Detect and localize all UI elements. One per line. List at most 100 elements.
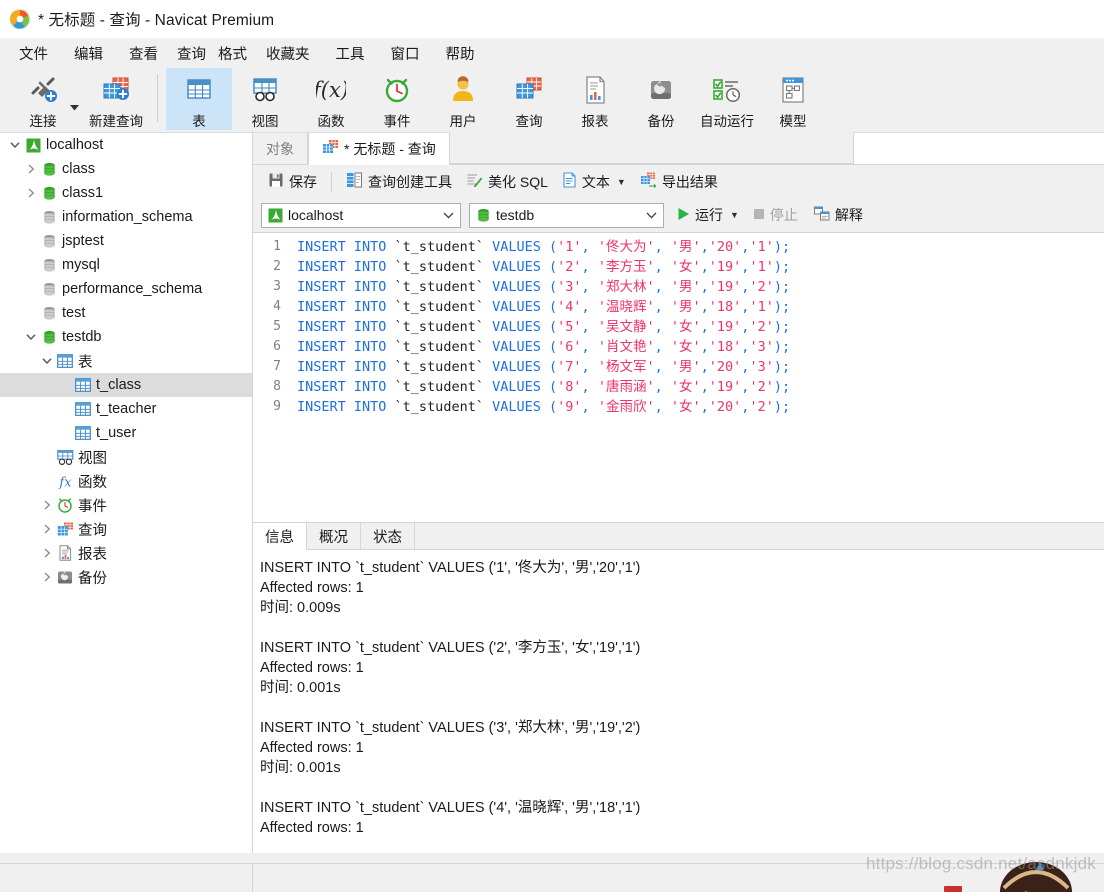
sidebar-item-test[interactable]: test [0,301,252,325]
chevron-down-icon[interactable] [440,212,456,219]
toolbar-button-model[interactable]: 模型 [760,68,826,130]
run-button[interactable]: 运行 ▼ [673,203,743,227]
chevron-down-icon[interactable] [643,212,659,219]
save-button[interactable]: 保存 [261,169,324,195]
sidebar-item-testdb[interactable]: testdb [0,325,252,349]
sidebar-item-localhost[interactable]: localhost [0,133,252,157]
chevron-right-icon[interactable] [23,185,39,201]
sidebar-item-[interactable]: 事件 [0,493,252,517]
result-time-line: 时间: 0.009s [260,600,341,616]
query-builder-button[interactable]: 查询创建工具 [339,169,459,195]
database-select[interactable]: testdb [469,202,664,228]
sidebar-item-performance_schema[interactable]: performance_schema [0,277,252,301]
line-number: 5 [273,319,281,334]
play-triangle-icon [677,207,690,224]
sidebar-item-t_user[interactable]: t_user [0,421,252,445]
menu-item-tools[interactable]: 工具 [323,39,378,68]
menu-item-file[interactable]: 文件 [6,39,61,68]
chevron-right-icon[interactable] [39,497,55,513]
run-caret-icon[interactable]: ▼ [730,210,739,220]
table-icon [73,402,93,416]
toolbar-button-report[interactable]: 报表 [562,68,628,130]
menu-item-edit[interactable]: 编辑 [61,39,116,68]
explain-icon [813,206,830,224]
save-label: 保存 [289,173,317,190]
beautify-sql-button[interactable]: 美化 SQL [459,169,555,195]
status-bar-left [0,864,253,892]
result-affected-rows-line: Affected rows: 1 [260,740,364,756]
sidebar-item-label: testdb [62,329,102,345]
text-mode-caret-icon[interactable]: ▼ [617,177,626,187]
sidebar-item-[interactable]: 备份 [0,565,252,589]
chevron-down-icon[interactable] [23,329,39,345]
toolbar-button-view[interactable]: 视图 [232,68,298,130]
database-green-icon [39,186,59,201]
database-value: testdb [496,207,535,223]
chevron-down-icon[interactable] [39,353,55,369]
result-message-log[interactable]: INSERT INTO `t_student` VALUES ('1', '佟大… [253,550,1104,853]
toolbar-button-automation[interactable]: 自动运行 [694,68,760,130]
sql-line: INSERT INTO `t_student` VALUES ('6', '肖文… [297,339,791,355]
toolbar-button-function[interactable]: f(x) 函数 [298,68,364,130]
sidebar-item-t_class[interactable]: t_class [0,373,252,397]
sidebar-item-label: information_schema [62,209,193,225]
chevron-right-icon[interactable] [39,521,55,537]
explain-button[interactable]: 解释 [810,203,867,227]
text-mode-button[interactable]: 文本 ▼ [555,169,633,195]
navigation-sidebar[interactable]: localhost class class1 information_schemajs… [0,133,253,853]
connection-plug-icon [27,74,59,106]
sidebar-item-[interactable]: 查询 [0,517,252,541]
result-block-gap [260,778,1104,798]
toolbar-button-table[interactable]: 表 [166,68,232,130]
menu-item-format[interactable]: 格式 [212,39,253,68]
toolbar-button-user[interactable]: 用户 [430,68,496,130]
sidebar-item-class[interactable]: class [0,157,252,181]
sidebar-item-jsptest[interactable]: jsptest [0,229,252,253]
toolbar-button-backup[interactable]: 备份 [628,68,694,130]
chevron-right-icon[interactable] [39,545,55,561]
sidebar-item-[interactable]: fx 函数 [0,469,252,493]
toolbar-button-query[interactable]: 查询 [496,68,562,130]
editor-tabstrip: 对象 * 无标题 - 查询 [253,132,1104,165]
chevron-down-icon[interactable] [7,137,23,153]
sidebar-item-class1[interactable]: class1 [0,181,252,205]
sidebar-item-[interactable]: 视图 [0,445,252,469]
toolbar-button-connection[interactable]: 连接 [10,68,76,130]
sql-editor[interactable]: 1 2 3 4 5 6 7 8 9 INSERT INTO `t_student` VALUES… [253,232,1104,522]
connection-select[interactable]: localhost [261,202,461,228]
chevron-right-icon[interactable] [39,569,55,585]
sidebar-item-information_schema[interactable]: information_schema [0,205,252,229]
result-statement-line: INSERT INTO `t_student` VALUES ('2', '李方… [260,640,641,656]
chevron-right-icon[interactable] [23,161,39,177]
menu-item-view[interactable]: 查看 [116,39,171,68]
query-icon [55,522,75,537]
sidebar-item-[interactable]: 表 [0,349,252,373]
sidebar-item-t_teacher[interactable]: t_teacher [0,397,252,421]
result-tab-profile[interactable]: 概况 [307,523,361,549]
result-tab-info[interactable]: 信息 [253,523,307,550]
menu-item-query[interactable]: 查询 [171,39,212,68]
sidebar-item-mysql[interactable]: mysql [0,253,252,277]
menu-item-window[interactable]: 窗口 [378,39,433,68]
toolbar-label-query: 查询 [515,114,543,129]
sql-code-area[interactable]: INSERT INTO `t_student` VALUES ('1', '佟大… [289,233,1104,522]
table-icon [73,378,93,392]
toolbar-button-new-query[interactable]: 新建查询 [83,68,149,130]
sidebar-item-label: 函数 [78,474,107,491]
connection-dropdown-caret-icon[interactable] [70,84,79,116]
menu-item-favorites[interactable]: 收藏夹 [253,39,323,68]
result-tab-status[interactable]: 状态 [361,523,415,549]
tab-query-untitled[interactable]: * 无标题 - 查询 [308,133,450,165]
server-icon [266,208,284,223]
sidebar-item-[interactable]: 报表 [0,541,252,565]
tab-objects[interactable]: 对象 [253,133,308,164]
menu-item-help[interactable]: 帮助 [433,39,488,68]
backup-icon [646,74,676,106]
sidebar-item-label: t_teacher [96,401,157,417]
toolbar-label-event: 事件 [383,114,411,129]
navicat-logo-icon [9,8,31,30]
toolbar-button-event[interactable]: 事件 [364,68,430,130]
database-gray-icon [39,258,59,273]
export-result-button[interactable]: 导出结果 [633,169,725,195]
toolbar-label-user: 用户 [449,114,477,129]
